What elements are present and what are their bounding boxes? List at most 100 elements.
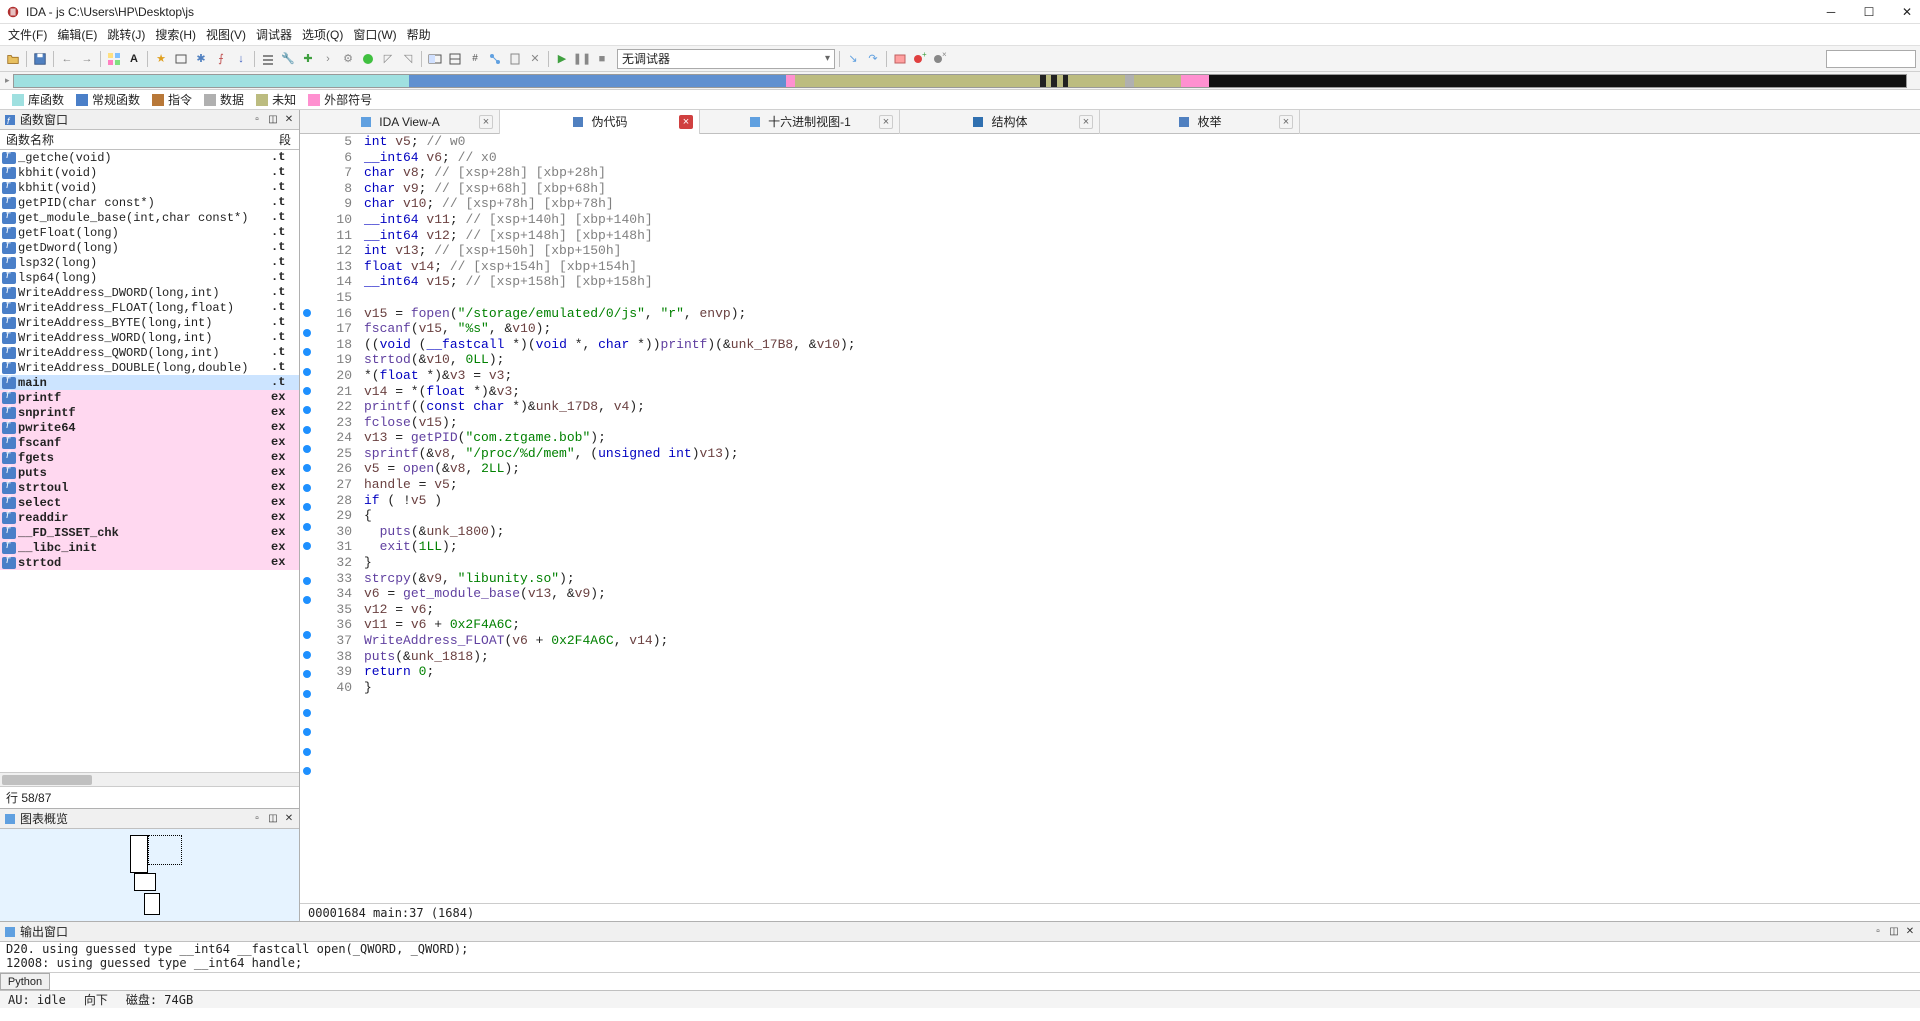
tab-close-icon[interactable]: × — [479, 115, 493, 129]
save-button[interactable] — [31, 50, 49, 68]
graph-button[interactable] — [486, 50, 504, 68]
stop-button[interactable]: ■ — [593, 50, 611, 68]
function-row[interactable]: main.t — [0, 375, 299, 390]
code-line[interactable]: puts(&unk_1800); — [364, 524, 1920, 540]
code-line[interactable]: } — [364, 680, 1920, 696]
output-text[interactable]: D20. using guessed type __int64 __fastca… — [0, 942, 1920, 972]
function-row[interactable]: WriteAddress_QWORD(long,int).t — [0, 345, 299, 360]
output-restore-button[interactable]: ▫ — [1872, 926, 1884, 938]
tab-enums[interactable]: 枚举 × — [1100, 110, 1300, 134]
code-line[interactable]: char v9; // [xsp+68h] [xbp+68h] — [364, 181, 1920, 197]
hex-dump-button[interactable] — [426, 50, 444, 68]
code-line[interactable]: *(float *)&v3 = v3; — [364, 368, 1920, 384]
breakpoint-dot[interactable] — [303, 577, 311, 585]
tab-ida-view[interactable]: IDA View-A × — [300, 110, 500, 134]
code-line[interactable]: ((void (__fastcall *)(void *, char *))pr… — [364, 337, 1920, 353]
function-row[interactable]: WriteAddress_DOUBLE(long,double).t — [0, 360, 299, 375]
panel-restore-button[interactable]: ▫ — [251, 114, 263, 126]
nav-fwd-button[interactable]: → — [78, 50, 96, 68]
panel-pop-button[interactable]: ◫ — [267, 114, 279, 126]
code-line[interactable]: float v14; // [xsp+154h] [xbp+154h] — [364, 259, 1920, 275]
function-row[interactable]: WriteAddress_FLOAT(long,float).t — [0, 300, 299, 315]
breakpoint-dot[interactable] — [303, 631, 311, 639]
star-button[interactable]: ★ — [152, 50, 170, 68]
code-line[interactable]: sprintf(&v8, "/proc/%d/mem", (unsigned i… — [364, 446, 1920, 462]
down-arrow-button[interactable]: ↓ — [232, 50, 250, 68]
breakpoint-dot[interactable] — [303, 406, 311, 414]
breakpoint-dot[interactable] — [303, 748, 311, 756]
list-button[interactable] — [259, 50, 277, 68]
function-row[interactable]: WriteAddress_WORD(long,int).t — [0, 330, 299, 345]
code-button[interactable] — [172, 50, 190, 68]
breakpoint-dot[interactable] — [303, 445, 311, 453]
breakpoint-dot[interactable] — [303, 348, 311, 356]
code-line[interactable]: if ( !v5 ) — [364, 493, 1920, 509]
function-row[interactable]: readdirex — [0, 510, 299, 525]
code-line[interactable]: __int64 v6; // x0 — [364, 150, 1920, 166]
navigation-band[interactable]: ▸ — [0, 72, 1920, 90]
code-line[interactable]: exit(1LL); — [364, 539, 1920, 555]
function-row[interactable]: pwrite64ex — [0, 420, 299, 435]
output-pop-button[interactable]: ◫ — [1888, 926, 1900, 938]
bp-del-button[interactable]: × — [931, 50, 949, 68]
code-line[interactable]: puts(&unk_1818); — [364, 649, 1920, 665]
prev-button[interactable]: ◸ — [379, 50, 397, 68]
tab-close-icon[interactable]: × — [1279, 115, 1293, 129]
tab-close-icon[interactable]: × — [1079, 115, 1093, 129]
code-line[interactable]: { — [364, 508, 1920, 524]
function-row[interactable]: printfex — [0, 390, 299, 405]
breakpoint-dot[interactable] — [303, 596, 311, 604]
highlight-button[interactable] — [105, 50, 123, 68]
gear-icon[interactable]: ⚙ — [339, 50, 357, 68]
menu-edit[interactable]: 编辑(E) — [53, 24, 101, 45]
breakpoint-dot[interactable] — [303, 709, 311, 717]
functions-hscroll[interactable] — [0, 772, 299, 786]
tab-hex[interactable]: 十六进制视图-1 × — [700, 110, 900, 134]
next-button[interactable]: ◹ — [399, 50, 417, 68]
code-line[interactable] — [364, 290, 1920, 306]
step-over-button[interactable]: ↷ — [864, 50, 882, 68]
code-line[interactable]: v14 = *(float *)&v3; — [364, 384, 1920, 400]
code-line[interactable]: printf((const char *)&unk_17D8, v4); — [364, 399, 1920, 415]
step-into-button[interactable]: ↘ — [844, 50, 862, 68]
code-line[interactable]: __int64 v12; // [xsp+148h] [xbp+148h] — [364, 228, 1920, 244]
function-row[interactable]: __libc_initex — [0, 540, 299, 555]
function-row[interactable]: fgetsex — [0, 450, 299, 465]
function-row[interactable]: __FD_ISSET_chkex — [0, 525, 299, 540]
breakpoint-dot[interactable] — [303, 368, 311, 376]
menu-window[interactable]: 窗口(W) — [349, 24, 400, 45]
function-row[interactable]: lsp64(long).t — [0, 270, 299, 285]
maximize-button[interactable]: ☐ — [1862, 5, 1876, 19]
menu-view[interactable]: 视图(V) — [202, 24, 250, 45]
wrench-button[interactable]: 🔧 — [279, 50, 297, 68]
code-line[interactable]: fscanf(v15, "%s", &v10); — [364, 321, 1920, 337]
debugger-select[interactable]: 无调试器 — [617, 49, 835, 69]
breakpoint-dot[interactable] — [303, 387, 311, 395]
bp-list-button[interactable] — [891, 50, 909, 68]
code-line[interactable]: int v5; // w0 — [364, 134, 1920, 150]
function-row[interactable]: lsp32(long).t — [0, 255, 299, 270]
breakpoint-dot[interactable] — [303, 329, 311, 337]
function-row[interactable]: strtoulex — [0, 480, 299, 495]
graph-overview[interactable] — [0, 829, 299, 921]
code-area[interactable]: 5678910111213141516171819202122232425262… — [300, 134, 1920, 903]
python-input[interactable] — [50, 973, 1920, 990]
run-button[interactable]: ▶ — [553, 50, 571, 68]
function-row[interactable]: strtodex — [0, 555, 299, 570]
breakpoint-dot[interactable] — [303, 651, 311, 659]
breakpoint-dot[interactable] — [303, 464, 311, 472]
panel-close-button[interactable]: ✕ — [283, 114, 295, 126]
python-button[interactable]: Python — [0, 973, 50, 990]
code-line[interactable]: v12 = v6; — [364, 602, 1920, 618]
pause-button[interactable]: ❚❚ — [573, 50, 591, 68]
code-line[interactable]: strcpy(&v9, "libunity.so"); — [364, 571, 1920, 587]
code-line[interactable]: handle = v5; — [364, 477, 1920, 493]
output-close-button[interactable]: ✕ — [1904, 926, 1916, 938]
struct-button[interactable] — [446, 50, 464, 68]
function-row[interactable]: selectex — [0, 495, 299, 510]
hex-view-button[interactable]: # — [466, 50, 484, 68]
func-button[interactable]: ⨍ — [212, 50, 230, 68]
code-line[interactable]: v15 = fopen("/storage/emulated/0/js", "r… — [364, 306, 1920, 322]
dot-green-button[interactable] — [359, 50, 377, 68]
open-button[interactable] — [4, 50, 22, 68]
